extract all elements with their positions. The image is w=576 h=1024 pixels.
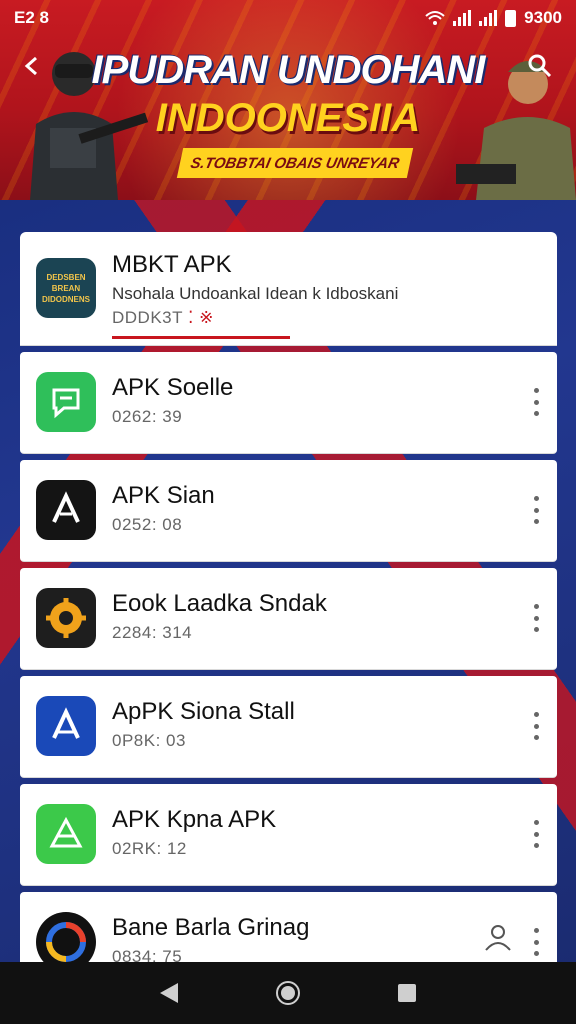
more-options-icon[interactable] [531, 820, 541, 848]
system-navigation-bar [0, 962, 576, 1024]
battery-icon [505, 9, 517, 27]
nav-back-icon[interactable] [158, 981, 180, 1005]
more-options-icon[interactable] [531, 496, 541, 524]
search-icon [528, 54, 552, 78]
app-title: APK Soelle [112, 374, 234, 401]
green-triangle-logo-icon [36, 804, 96, 864]
app-title: Eook Laadka Sndak [112, 590, 327, 617]
app-meta: 0P8K: 03 [112, 731, 186, 750]
app-meta: 0262: 39 [112, 407, 183, 426]
list-item[interactable]: APK Kpna APK 02RK: 12 [20, 784, 557, 886]
list-item[interactable]: APK Sian 0252: 08 [20, 460, 557, 562]
list-item[interactable]: ApPK Siona Stall 0P8K: 03 [20, 676, 557, 778]
featured-app-card[interactable]: DEDSBEN BREAN DIDODNENS MBKT APK Nsohala… [20, 232, 557, 346]
nav-home-icon[interactable] [275, 980, 301, 1006]
gear-badge-icon [36, 588, 96, 648]
status-right-text: 9300 [524, 8, 562, 27]
app-list: DEDSBEN BREAN DIDODNENS MBKT APK Nsohala… [20, 232, 557, 994]
back-arrow-icon [24, 56, 37, 76]
wifi-icon [425, 11, 445, 25]
more-options-icon[interactable] [531, 712, 541, 740]
featured-app-icon: DEDSBEN BREAN DIDODNENS [36, 258, 96, 318]
featured-meta-text: DDDK3T [112, 308, 183, 327]
list-item[interactable]: APK Soelle 0262: 39 [20, 352, 557, 454]
app-meta: 02RK: 12 [112, 839, 187, 858]
more-options-icon[interactable] [531, 604, 541, 632]
user-icon[interactable] [483, 922, 513, 952]
banner-tagline: S.TOBBTAI OBAIS UNREYAR [176, 148, 414, 178]
status-bar: E2 8 9300 [0, 0, 576, 36]
apk-a-logo-icon [36, 480, 96, 540]
more-options-icon[interactable] [531, 388, 541, 416]
apk-blue-logo-icon [36, 696, 96, 756]
banner-subtitle: INDOONESIIA [155, 96, 421, 140]
more-options-icon[interactable] [531, 928, 541, 956]
back-button[interactable] [14, 48, 50, 84]
app-title: ApPK Siona Stall [112, 698, 295, 725]
app-meta: 0252: 08 [112, 515, 183, 534]
banner-title: IPUDRAN UNDOHANI [91, 48, 486, 92]
signal-icon-2 [479, 10, 498, 26]
status-left-text: E2 8 [14, 8, 49, 27]
chat-bubble-icon [36, 372, 96, 432]
search-button[interactable] [522, 48, 558, 84]
featured-app-title: MBKT APK [112, 251, 232, 278]
nav-recents-icon[interactable] [396, 982, 418, 1004]
app-title: APK Kpna APK [112, 806, 277, 833]
signal-icon [453, 10, 472, 26]
featured-app-description: Nsohala Undoankal Idean k Idboskani [112, 284, 399, 303]
featured-progress-underline [112, 336, 290, 339]
featured-meta-highlight: ⁚ ※ [187, 308, 214, 327]
app-title: APK Sian [112, 482, 215, 509]
app-title: Bane Barla Grinag [112, 914, 310, 941]
featured-app-meta: DDDK3T ⁚ ※ [112, 308, 214, 328]
app-meta: 2284: 314 [112, 623, 193, 642]
list-item[interactable]: Eook Laadka Sndak 2284: 314 [20, 568, 557, 670]
